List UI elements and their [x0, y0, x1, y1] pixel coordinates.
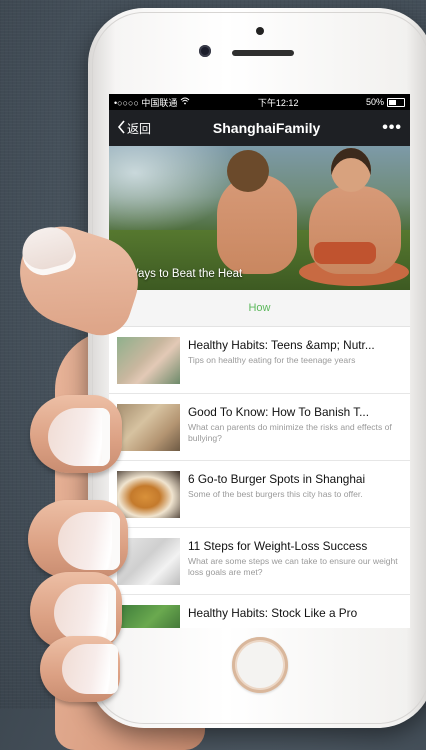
section-header: How [109, 290, 410, 327]
article-thumbnail [117, 337, 180, 384]
page-title: ShanghaiFamily [212, 120, 321, 136]
list-item[interactable]: Healthy Habits: Teens &amp; Nutr... Tips… [109, 327, 410, 394]
list-item[interactable]: Good To Know: How To Banish T... What ca… [109, 394, 410, 461]
hero-banner[interactable]: 5 Ways to Beat the Heat [109, 146, 410, 290]
status-bar: •○○○○ 中国联通 下午12:12 50% [109, 94, 410, 110]
more-menu-button[interactable]: ••• [382, 119, 402, 137]
article-description: What can parents do minimize the risks a… [188, 422, 392, 443]
battery-icon [386, 97, 405, 107]
home-button[interactable] [232, 637, 288, 693]
article-title: 11 Steps for Weight-Loss Success [188, 539, 368, 553]
front-camera [199, 45, 211, 57]
battery-percent: 50% [365, 97, 384, 107]
carrier-label: •○○○○ 中国联通 [114, 97, 178, 108]
phone-screen: •○○○○ 中国联通 下午12:12 50% 返回 ShanghaiFamily… [109, 94, 410, 628]
back-label: 返回 [127, 121, 152, 136]
list-item[interactable]: 6 Go-to Burger Spots in Shanghai Some of… [109, 461, 410, 528]
article-title: Healthy Habits: Teens &amp; Nutr... [188, 338, 375, 352]
article-description: Some of the best burgers this city has t… [188, 489, 363, 499]
chevron-left-icon [117, 119, 126, 137]
article-thumbnail [117, 471, 180, 518]
proximity-sensor [256, 27, 264, 35]
back-button[interactable]: 返回 [117, 119, 152, 137]
finger-nail [54, 584, 116, 642]
wifi-icon [180, 97, 190, 107]
article-title: Healthy Habits: Stock Like a Pro [188, 606, 358, 620]
article-title: 6 Go-to Burger Spots in Shanghai [188, 472, 366, 486]
status-time: 下午12:12 [257, 97, 299, 108]
article-thumbnail [117, 605, 180, 628]
nav-bar: 返回 ShanghaiFamily ••• [109, 110, 410, 146]
finger-nail [62, 644, 118, 694]
list-item[interactable]: Healthy Habits: Stock Like a Pro [109, 595, 410, 628]
finger-nail [48, 408, 110, 466]
list-item[interactable]: 11 Steps for Weight-Loss Success What ar… [109, 528, 410, 595]
article-title: Good To Know: How To Banish T... [188, 405, 369, 419]
finger-nail [58, 512, 120, 570]
article-description: What are some steps we can take to ensur… [188, 556, 398, 577]
earpiece-speaker [232, 50, 294, 56]
article-description: Tips on healthy eating for the teenage y… [188, 355, 356, 365]
article-thumbnail [117, 404, 180, 451]
